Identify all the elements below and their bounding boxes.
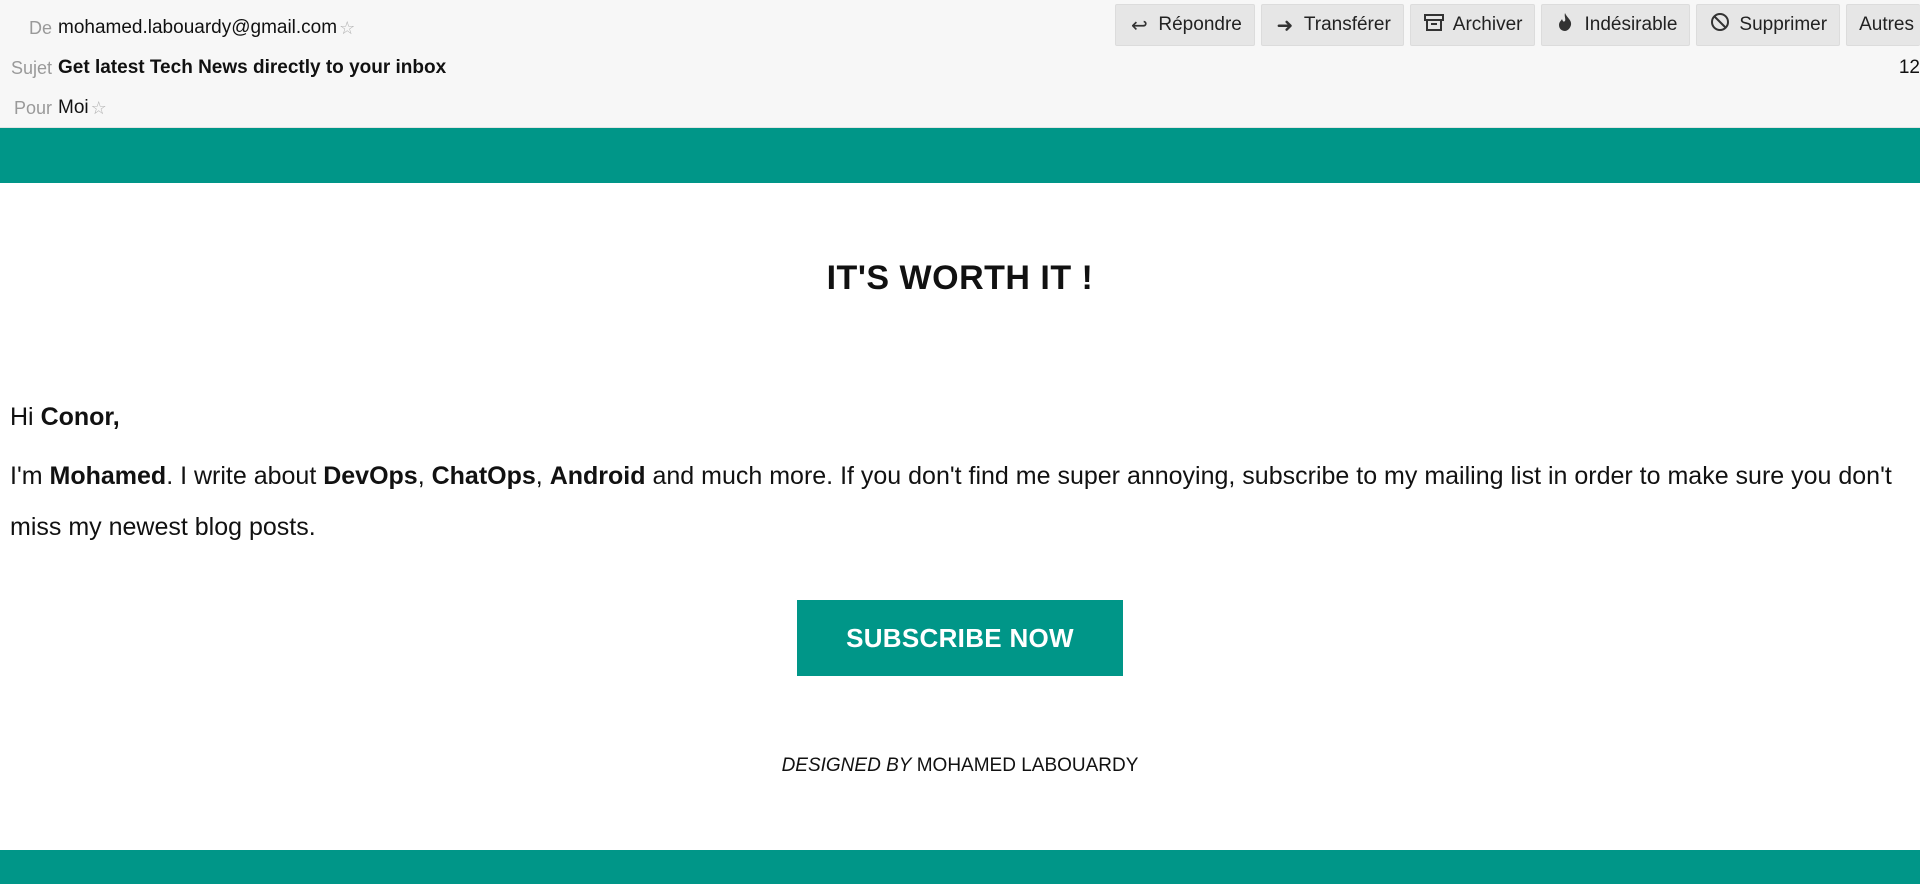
topic-android: Android <box>549 462 646 490</box>
more-label: Autres <box>1859 14 1914 35</box>
message-time: 12 <box>1898 57 1920 78</box>
designed-by-credit: DESIGNED BY MOHAMED LABOUARDY <box>0 755 1920 777</box>
archive-button[interactable]: Archiver <box>1409 4 1536 46</box>
to-row: Pour Moi ☆ <box>0 93 107 123</box>
from-address[interactable]: mohamed.labouardy@gmail.com <box>58 17 337 39</box>
prohibited-icon <box>1709 12 1731 38</box>
archive-label: Archiver <box>1452 14 1523 35</box>
reply-arrow-icon: ↩ <box>1131 14 1148 37</box>
subject-text: Get latest Tech News directly to your in… <box>58 57 447 78</box>
credit-designed-by: DESIGNED BY <box>781 755 912 776</box>
from-label: De <box>28 17 52 38</box>
email-intro-paragraph: I'm Mohamed. I write about DevOps, ChatO… <box>10 451 1905 553</box>
archive-box-icon <box>1423 13 1445 37</box>
star-outline-icon[interactable]: ☆ <box>91 98 107 119</box>
greeting-name: Conor, <box>40 403 120 431</box>
reply-button[interactable]: ↩ Répondre <box>1115 4 1255 46</box>
from-row: De mohamed.labouardy@gmail.com ☆ <box>0 13 355 43</box>
email-top-band <box>0 128 1920 183</box>
junk-button[interactable]: Indésirable <box>1541 4 1691 46</box>
delete-label: Supprimer <box>1739 14 1828 35</box>
topic-chatops: ChatOps <box>431 462 536 490</box>
message-header: De mohamed.labouardy@gmail.com ☆ Sujet G… <box>0 0 1920 128</box>
junk-label: Indésirable <box>1584 14 1678 35</box>
greeting-prefix: Hi <box>10 403 41 431</box>
subscribe-now-button[interactable]: SUBSCRIBE NOW <box>797 600 1123 676</box>
delete-button[interactable]: Supprimer <box>1696 4 1841 46</box>
more-button[interactable]: Autres <box>1846 4 1920 46</box>
email-bottom-band <box>0 850 1920 884</box>
intro-write: . I write about <box>166 462 324 490</box>
forward-button[interactable]: ➜ Transférer <box>1260 4 1404 46</box>
email-greeting: Hi Conor, <box>10 399 120 435</box>
flame-icon <box>1554 12 1576 38</box>
star-outline-icon[interactable]: ☆ <box>339 18 355 39</box>
message-toolbar: ↩ Répondre ➜ Transférer Archiver Indésir… <box>1115 3 1920 47</box>
subject-row: Sujet Get latest Tech News directly to y… <box>0 53 446 83</box>
credit-author: MOHAMED LABOUARDY <box>911 755 1139 776</box>
to-recipient[interactable]: Moi <box>58 97 89 119</box>
forward-arrow-icon: ➜ <box>1276 14 1294 37</box>
intro-im: I'm <box>10 462 50 490</box>
topic-devops: DevOps <box>323 462 418 490</box>
reply-label: Répondre <box>1158 14 1242 35</box>
intro-name: Mohamed <box>49 462 167 490</box>
to-label: Pour <box>13 97 52 118</box>
email-headline: IT'S WORTH IT ! <box>826 259 1094 297</box>
subject-label: Sujet <box>10 57 52 78</box>
forward-label: Transférer <box>1303 14 1391 35</box>
intro-sep-2: , <box>535 462 550 490</box>
intro-sep-1: , <box>417 462 432 490</box>
